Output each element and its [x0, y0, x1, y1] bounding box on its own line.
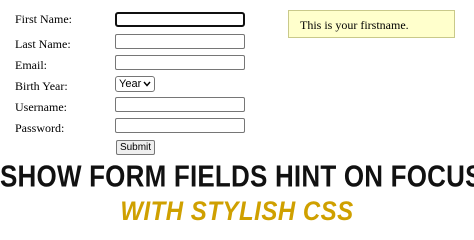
- email-label: Email:: [15, 58, 47, 72]
- birth-year-label: Birth Year:: [15, 79, 68, 93]
- birth-year-selected-value: Year: [119, 78, 142, 90]
- last-name-input[interactable]: [115, 34, 245, 49]
- chevron-down-icon: [143, 81, 151, 87]
- first-name-input[interactable]: [115, 12, 245, 27]
- username-input[interactable]: [115, 97, 245, 112]
- username-label: Username:: [15, 100, 67, 114]
- password-label: Password:: [15, 121, 65, 135]
- submit-button[interactable]: Submit: [116, 140, 155, 155]
- last-name-label: Last Name:: [15, 37, 71, 51]
- headline-title: SHOW FORM FIELDS HINT ON FOCUS: [0, 158, 474, 194]
- field-hint-tooltip: This is your firstname.: [288, 10, 455, 38]
- password-input[interactable]: [115, 118, 245, 133]
- email-input[interactable]: [115, 55, 245, 70]
- birth-year-select[interactable]: Year: [115, 76, 155, 92]
- field-hint-text: This is your firstname.: [300, 18, 409, 32]
- headline-subtitle: WITH STYLISH CSS: [120, 197, 354, 227]
- first-name-label: First Name:: [15, 12, 72, 26]
